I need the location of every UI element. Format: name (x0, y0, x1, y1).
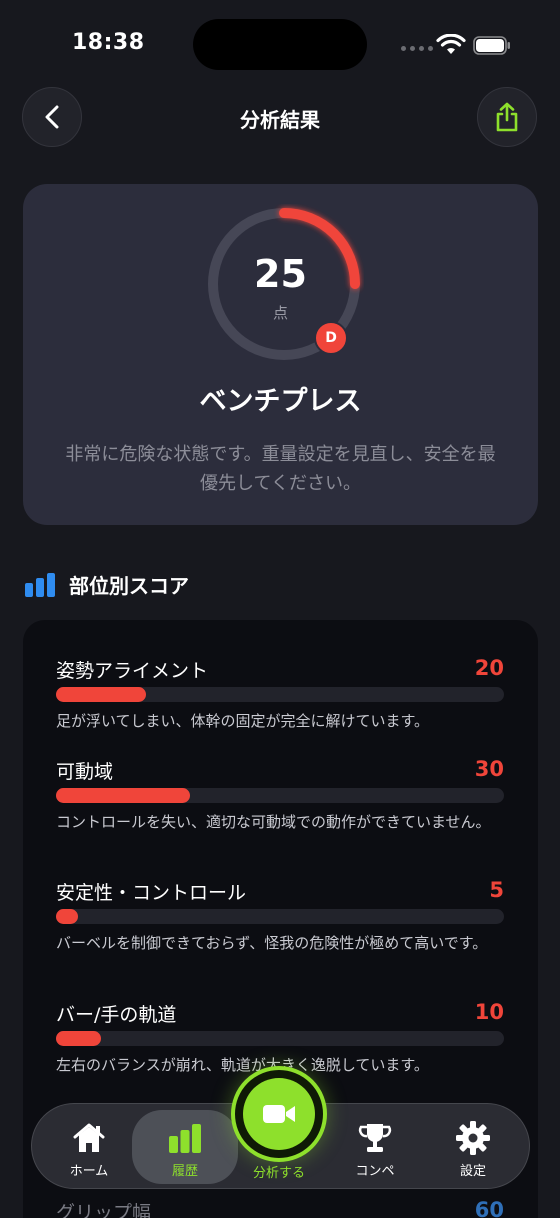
breakdown-item-name: 姿勢アライメント (56, 660, 209, 682)
tab-competition[interactable]: コンペ (330, 1104, 420, 1190)
breakdown-item-score: 30 (474, 757, 504, 781)
grade-badge: D (314, 321, 348, 355)
score-unit: 点 (272, 304, 288, 322)
trophy-icon (358, 1124, 392, 1152)
breakdown-item-description: コントロールを失い、適切な可動域での動作ができていません。 (56, 813, 491, 831)
status-time: 18:38 (72, 30, 145, 55)
section-title: 部位別スコア (69, 574, 189, 598)
breakdown-bar-track (56, 788, 504, 803)
video-camera-icon (263, 1105, 295, 1123)
tab-history[interactable]: 履歴 (140, 1104, 230, 1190)
breakdown-bar-track (56, 909, 504, 924)
exercise-name: ベンチプレス (199, 386, 362, 417)
breakdown-item-score: 20 (474, 656, 504, 680)
breakdown-item: バー/手の軌道 10 左右のバランスが崩れ、軌道が大きく逸脱しています。 (56, 1000, 504, 1074)
breakdown-bar-fill (56, 909, 79, 924)
breakdown-item-score: 5 (489, 878, 504, 902)
breakdown-item-name: バー/手の軌道 (56, 1004, 177, 1026)
tab-label: ホーム (69, 1164, 109, 1179)
bar-chart-icon (169, 1124, 201, 1153)
score-card: 25 点 D ベンチプレス 非常に危険な状態です。重量設定を見直し、安全を最優先… (23, 184, 538, 525)
tab-label: コンペ (355, 1164, 395, 1179)
breakdown-item-description: 足が浮いてしまい、体幹の固定が完全に解けています。 (56, 712, 430, 730)
battery-icon (473, 36, 510, 55)
score-description: 非常に危険な状態です。重量設定を見直し、安全を最優先してください。 (65, 444, 496, 494)
breakdown-item-name: 可動域 (56, 761, 114, 783)
house-icon (73, 1123, 105, 1152)
breakdown-item: 安定性・コントロール 5 バーベルを制御できておらず、怪我の危険性が極めて高いで… (56, 878, 504, 952)
breakdown-bar-fill (56, 687, 146, 702)
tab-label: 履歴 (171, 1164, 198, 1179)
score-value: 25 (254, 252, 307, 296)
breakdown-bar-track (56, 1031, 504, 1046)
analyze-button[interactable] (231, 1066, 327, 1162)
wifi-icon (436, 34, 466, 54)
breakdown-item: 姿勢アライメント 20 足が浮いてしまい、体幹の固定が完全に解けています。 (56, 656, 504, 730)
breakdown-item-description: バーベルを制御できておらず、怪我の危険性が極めて高いです。 (56, 934, 488, 952)
breakdown-item-name: 安定性・コントロール (56, 882, 247, 904)
tab-label: 設定 (459, 1164, 486, 1179)
breakdown-item: 可動域 30 コントロールを失い、適切な可動域での動作ができていません。 (56, 757, 504, 831)
breakdown-bar-fill (56, 1031, 101, 1046)
cellular-signal-icon (401, 46, 433, 51)
breakdown-item: グリップ幅 60 (56, 1198, 504, 1218)
breakdown-bar-fill (56, 788, 191, 803)
gear-icon (456, 1121, 490, 1155)
tab-label-analyze: 分析する (252, 1166, 305, 1181)
breakdown-item-score: 60 (474, 1198, 504, 1218)
section-heading: 部位別スコア (25, 570, 189, 599)
share-icon (496, 102, 518, 132)
status-bar: 18:38 (0, 0, 560, 90)
share-button[interactable] (477, 87, 537, 147)
dynamic-island (193, 19, 367, 70)
analyze-button-inner (243, 1078, 315, 1150)
breakdown-item-name: グリップ幅 (56, 1202, 152, 1218)
breakdown-bar-track (56, 687, 504, 702)
breakdown-item-score: 10 (474, 1000, 504, 1024)
tab-settings[interactable]: 設定 (428, 1104, 518, 1190)
tab-home[interactable]: ホーム (44, 1104, 134, 1190)
bar-chart-icon (25, 572, 55, 597)
page-title: 分析結果 (240, 108, 320, 132)
